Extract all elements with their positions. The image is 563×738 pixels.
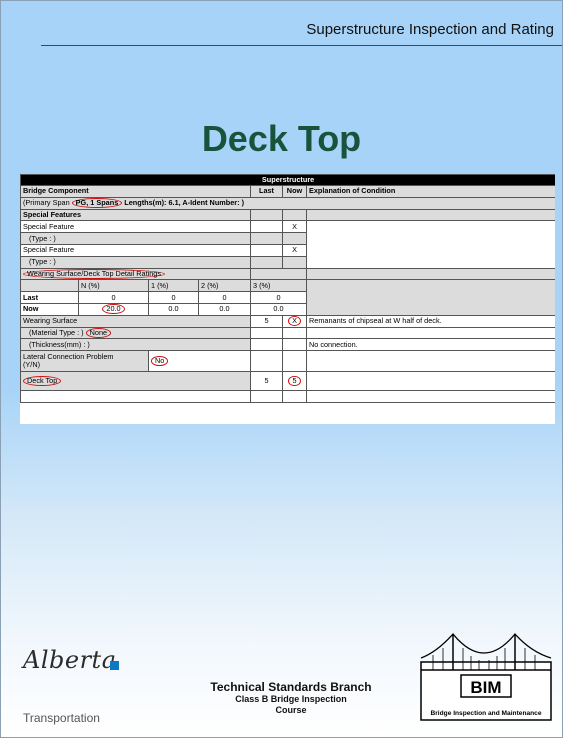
col-last: Last [250, 185, 283, 198]
lateral-connection-line2: (Y/N) [23, 360, 41, 370]
bim-cables [420, 632, 552, 659]
thickness-label: (Thickness(mm) : ) [20, 338, 251, 352]
connection-note: No connection. [305, 338, 555, 352]
inspection-form: Superstructure Bridge Component Last Now… [20, 174, 555, 424]
primary-span-row: (Primary Span PG, 1 Spans Lengths(m): 6.… [20, 196, 555, 210]
slide-title: Deck Top [201, 118, 362, 159]
primary-span-prefix: (Primary Span [23, 198, 70, 208]
ratings-header-1: 1 (%) [148, 279, 199, 293]
lateral-connection-value: No [148, 350, 251, 373]
wearing-surface-explanation: Remanants of chipseal at W half of deck. [305, 314, 555, 328]
deck-top-last: 5 [250, 371, 283, 392]
ratings-last-value: 0 [250, 291, 307, 304]
ratings-last-value: 0 [78, 291, 149, 304]
wearing-surface-label: Wearing Surface [20, 314, 251, 328]
ratings-last-value: 0 [198, 291, 251, 304]
header-rule [41, 45, 562, 46]
section-header: Superstructure [20, 174, 555, 186]
special-feature-now: X [282, 220, 307, 234]
ratings-last-value: 0 [148, 291, 199, 304]
ratings-last-label: Last [20, 291, 79, 304]
lateral-connection-circled: No [151, 356, 169, 367]
ratings-header-3: 3 (%) [250, 279, 307, 293]
col-now: Now [282, 185, 307, 198]
wearing-ratings-circled: Wearing Surface/Deck Top Detail Ratings [23, 268, 165, 279]
ratings-now-label: Now [20, 302, 79, 316]
special-feature-type: (Type : ) [20, 232, 251, 245]
special-feature-now: X [282, 243, 307, 257]
ratings-header-2: 2 (%) [198, 279, 251, 293]
form-table: Superstructure Bridge Component Last Now… [20, 174, 555, 403]
alberta-logo-square [110, 661, 119, 670]
special-feature-type: (Type : ) [20, 255, 251, 269]
ratings-now-circled: 20.0 [102, 304, 125, 315]
branch-line2: Class B Bridge Inspection [235, 694, 347, 704]
special-feature-label: Special Feature [20, 243, 251, 257]
branch-line1: Technical Standards Branch [210, 680, 372, 694]
material-type-row: (Material Type : ) None [20, 326, 251, 340]
alberta-logo: Alberta [23, 646, 117, 674]
material-type-value: None [85, 327, 112, 338]
branch-text: Technical Standards Branch Class B Bridg… [181, 680, 401, 716]
material-type-label: (Material Type : ) [29, 327, 84, 337]
ratings-now-value: 0.0 [148, 302, 199, 316]
primary-span-rest: Lengths(m): 6.1, A-Ident Number: ) [124, 198, 245, 208]
header-title: Superstructure Inspection and Rating [306, 21, 554, 38]
wearing-surface-last: 5 [250, 314, 283, 328]
lateral-connection-line1: Lateral Connection Problem [23, 352, 114, 362]
bim-abbr: BIM [470, 678, 501, 697]
bim-logo: BIM Bridge Inspection and Maintenance [420, 632, 552, 721]
ratings-now-value: 0.0 [250, 302, 307, 316]
wearing-surface-now-circled: X [288, 316, 301, 327]
deck-top-circled: Deck Top [23, 376, 62, 387]
ratings-header-n: N (%) [78, 279, 149, 293]
ratings-now-value: 0.0 [198, 302, 251, 316]
special-feature-label: Special Feature [20, 220, 251, 234]
branch-line3: Course [275, 705, 307, 715]
col-bridge-component: Bridge Component [20, 185, 251, 198]
slide: Superstructure Inspection and Rating Dec… [0, 0, 563, 738]
primary-span-circled: PG, 1 Spans [71, 198, 123, 209]
lateral-connection-label: Lateral Connection Problem (Y/N) [20, 350, 149, 373]
deck-top-now: 5 [282, 371, 307, 392]
wearing-ratings-heading: Wearing Surface/Deck Top Detail Ratings [20, 267, 251, 281]
wearing-surface-now: X [282, 314, 307, 328]
ratings-now-value: 20.0 [78, 302, 149, 316]
col-explanation: Explanation of Condition [305, 185, 555, 198]
deck-top-now-circled: 5 [288, 376, 301, 387]
deck-top-label: Deck Top [20, 371, 251, 392]
special-features-heading: Special Features [20, 208, 251, 222]
alberta-transportation-label: Transportation [23, 711, 100, 725]
bim-full: Bridge Inspection and Maintenance [430, 710, 541, 717]
